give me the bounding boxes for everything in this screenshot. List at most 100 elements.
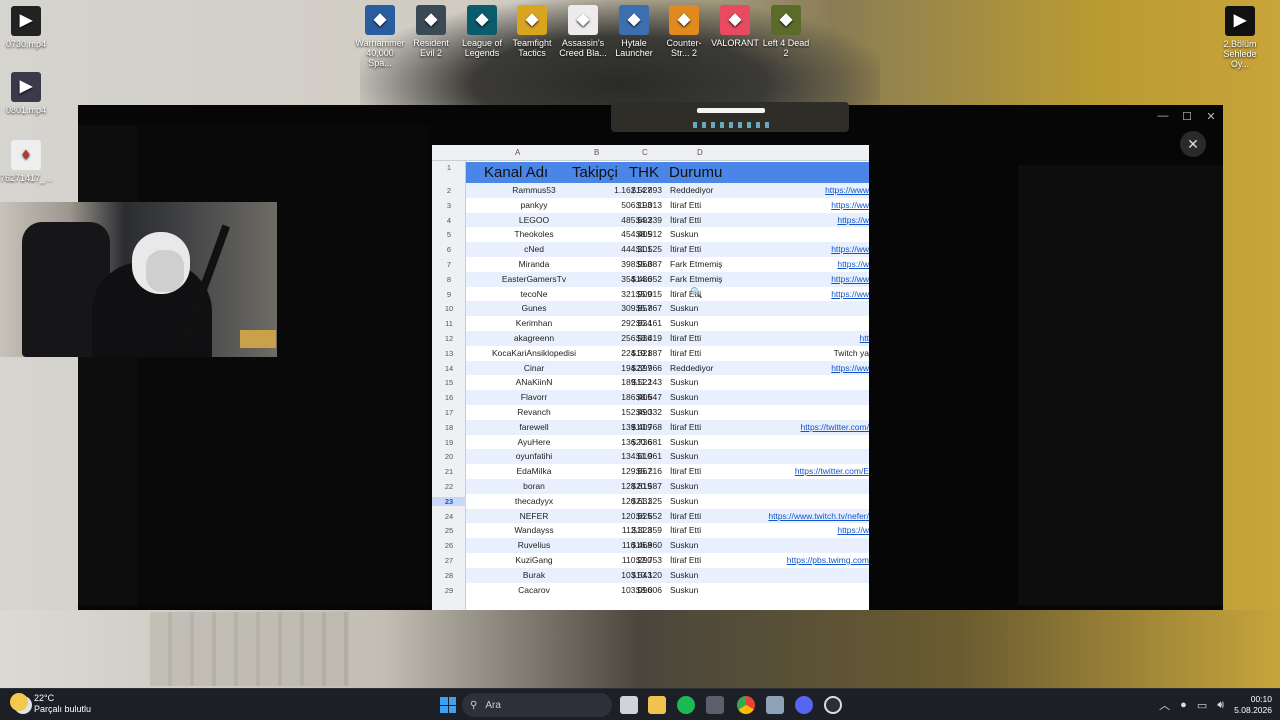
desktop-icon-label: League of Legends: [461, 38, 503, 58]
network-app-icon[interactable]: [766, 696, 784, 714]
table-row[interactable]: 14 Cinar 194.397 $22.966 Reddediyor https://w…: [432, 360, 869, 376]
table-row[interactable]: 18 farewell 139.409 $10.768 İtiraf Etti https…: [432, 419, 870, 435]
table-row[interactable]: 24 NEFER 120.625 $6.652 İtiraf Etti https://w…: [432, 508, 869, 524]
network-icon[interactable]: ▭: [1197, 699, 1207, 712]
desktop-icon-label: VALORANT: [711, 38, 759, 48]
desktop-icon-game[interactable]: ◆ Resident Evil 2: [405, 5, 457, 58]
discord-icon[interactable]: [795, 696, 813, 714]
column-b[interactable]: B: [594, 148, 599, 157]
desktop-icon-video-2[interactable]: ▶ 0801.mp4: [0, 72, 52, 115]
ghost-sidebar: [78, 125, 138, 605]
row-number: 24: [444, 511, 454, 521]
table-row[interactable]: 17 Revanch 152.490 $6.332 Suskun: [432, 405, 869, 420]
cell-status: Suskun: [670, 406, 699, 417]
cell-link[interactable]: https://w: [837, 525, 869, 535]
table-row[interactable]: 23 thecadyyx 120.631 $21.325 Suskun: [432, 494, 869, 509]
table-row[interactable]: 11 Kerimhan 292.634 $5.161 Suskun: [432, 316, 869, 331]
cell-thk: $11.859: [631, 525, 662, 536]
cell-link[interactable]: htt: [860, 333, 869, 343]
table-row[interactable]: 22 boran 128.819 $20.587 Suskun: [432, 478, 869, 494]
desktop-icon-game[interactable]: ◆ VALORANT: [709, 5, 761, 48]
chrome-icon[interactable]: [737, 696, 755, 714]
spotify-icon[interactable]: [677, 696, 695, 714]
cell-link[interactable]: https://ww: [831, 244, 869, 254]
table-row[interactable]: 12 akagreenn 256.536 $8.419 İtiraf Etti htt: [432, 330, 869, 346]
table-row[interactable]: 29 Cacarov 103.096 $8.006 Suskun: [432, 583, 869, 598]
desktop-icon-game[interactable]: ◆ Assassin's Creed Bla...: [557, 5, 609, 58]
table-row[interactable]: 5 Theokoles 454.405 $8.912 Suskun: [432, 227, 869, 242]
close-overlay-button[interactable]: ✕: [1180, 131, 1206, 157]
cell-link[interactable]: https://ww: [831, 274, 869, 284]
webcam-overlay: [0, 202, 277, 357]
cell-link[interactable]: https://twitter.com/: [801, 422, 870, 432]
table-row[interactable]: 28 Burak 103.543 $10.120 Suskun: [432, 567, 869, 583]
table-row[interactable]: 6 cNed 444.301 $1.525 İtiraf Etti https://ww: [432, 242, 869, 257]
cell-link[interactable]: https://www.twitch.tv/nefer/: [768, 511, 869, 521]
column-a[interactable]: A: [515, 148, 520, 157]
table-row[interactable]: 26 Ruvelius 110.468 $16.960 Suskun: [432, 538, 869, 553]
task-view-icon[interactable]: [620, 696, 638, 714]
table-row[interactable]: 25 Wandayss 112.323 $11.859 İtiraf Etti https…: [432, 523, 869, 538]
cell-link[interactable]: https://ww: [831, 289, 869, 299]
row-number: 15: [444, 378, 454, 388]
maximize-icon[interactable]: ☐: [1175, 105, 1199, 127]
table-row[interactable]: 10 Gunes 309.857 $5.867 Suskun: [432, 301, 869, 317]
table-row[interactable]: 19 AyuHere 136.736 $20.681 Suskun: [432, 435, 869, 450]
close-icon[interactable]: ✕: [1199, 105, 1223, 127]
weather-temp: 22°C: [34, 693, 55, 703]
header-thk: THK: [629, 164, 659, 181]
desktop-icon-game[interactable]: ◆ Warhammer 40,000 Spa...: [354, 5, 406, 68]
weather-widget[interactable]: 22°C Parçalı bulutlu: [10, 693, 91, 715]
table-row[interactable]: 8 EasterGamersTv 354.486 $14.052 Fark Etmemi…: [432, 271, 869, 287]
table-row[interactable]: 21 EdaMilka 129.667 $5.216 İtiraf Etti https:…: [432, 464, 869, 479]
cell-thk: $5.216: [636, 466, 662, 477]
cell-thk: $14.052: [631, 273, 662, 284]
file-explorer-icon[interactable]: [648, 696, 666, 714]
minimize-icon[interactable]: —: [1151, 105, 1175, 127]
desktop-icon-image[interactable]: ♦ 76271417_...: [0, 140, 53, 183]
cell-link[interactable]: https://twitter.com/E: [795, 466, 869, 476]
table-row[interactable]: 13 KocaKariAnsiklopedisi 224.321 $19.887 İti…: [432, 346, 869, 361]
row-number: 8: [446, 274, 452, 284]
volume-icon[interactable]: 🔊︎: [1217, 699, 1224, 712]
chevron-up-icon[interactable]: ︿: [1159, 697, 1170, 713]
table-row[interactable]: 27 KuziGang 110.290 $2.753 İtiraf Etti https:…: [432, 553, 869, 568]
start-button[interactable]: [440, 697, 456, 713]
cell-link[interactable]: https://ww: [831, 363, 869, 373]
desktop-icon-game[interactable]: ◆ Counter-Str... 2: [658, 5, 710, 58]
taskbar-search[interactable]: ⚲ Ara: [462, 693, 612, 717]
steam-like-icon[interactable]: [824, 696, 842, 714]
desktop-icon-game[interactable]: ◆ League of Legends: [456, 5, 508, 58]
desktop-icon-bolum[interactable]: ▶ 2.Bölüm Sehlede Oy...: [1214, 6, 1266, 69]
table-row[interactable]: 9 tecoNe 321.909 $5.015 İtiraf Etti https://w…: [432, 287, 869, 302]
cell-link[interactable]: https://ww: [831, 200, 869, 210]
table-row[interactable]: 2 Rammus53 1.162.527 $14.893 Reddediyor https…: [432, 183, 869, 198]
system-tray: ︿ ● ▭ 🔊︎ 00:10 5.08.2026: [1159, 689, 1272, 720]
cell-status: İtiraf Etti: [670, 525, 702, 536]
desktop-icon-game[interactable]: ◆ Left 4 Dead 2: [760, 5, 812, 58]
desktop-icon-game[interactable]: ◆ Hytale Launcher: [608, 5, 660, 58]
table-row[interactable]: 16 Flavorr 186.405 $8.647 Suskun: [432, 390, 869, 405]
cell-status: İtiraf Etti: [670, 421, 702, 432]
cell-link[interactable]: https://pbs.twimg.com: [787, 555, 869, 565]
microphone-icon[interactable]: ●: [1180, 699, 1187, 711]
cell-thk: $8.419: [636, 332, 662, 343]
cell-status: Suskun: [670, 303, 699, 314]
clock[interactable]: 00:10 5.08.2026: [1234, 694, 1272, 716]
table-row[interactable]: 20 oyunfatihi 134.610 $1.961 Suskun: [432, 449, 869, 465]
table-row[interactable]: 3 pankyy 506.193 $1.013 İtiraf Etti https://w…: [432, 198, 869, 213]
desktop-icon-video-1[interactable]: ▶ 0730.mp4: [0, 6, 52, 49]
app-hexagon-icon[interactable]: [706, 696, 724, 714]
column-d[interactable]: D: [697, 148, 703, 157]
cell-thk: $6.652: [636, 510, 662, 521]
desktop-icon-game[interactable]: ◆ Teamfight Tactics: [506, 5, 558, 58]
cell-link[interactable]: https://w: [837, 215, 869, 225]
cell-link[interactable]: https://www: [825, 185, 869, 195]
cell-thk: $5.161: [636, 318, 662, 329]
table-row[interactable]: 7 Miranda 398.968 $5.087 Fark Etmemiş https:/…: [432, 257, 869, 272]
table-row[interactable]: 15 ANaKiinN 189.522 $11.143 Suskun: [432, 375, 869, 390]
cell-status: İtiraf Etti: [670, 554, 702, 565]
table-row[interactable]: 4 LEGOO 485.693 $4.239 İtiraf Etti https://w: [432, 212, 869, 228]
cell-link[interactable]: https://w: [837, 259, 869, 269]
column-c[interactable]: C: [642, 148, 648, 157]
